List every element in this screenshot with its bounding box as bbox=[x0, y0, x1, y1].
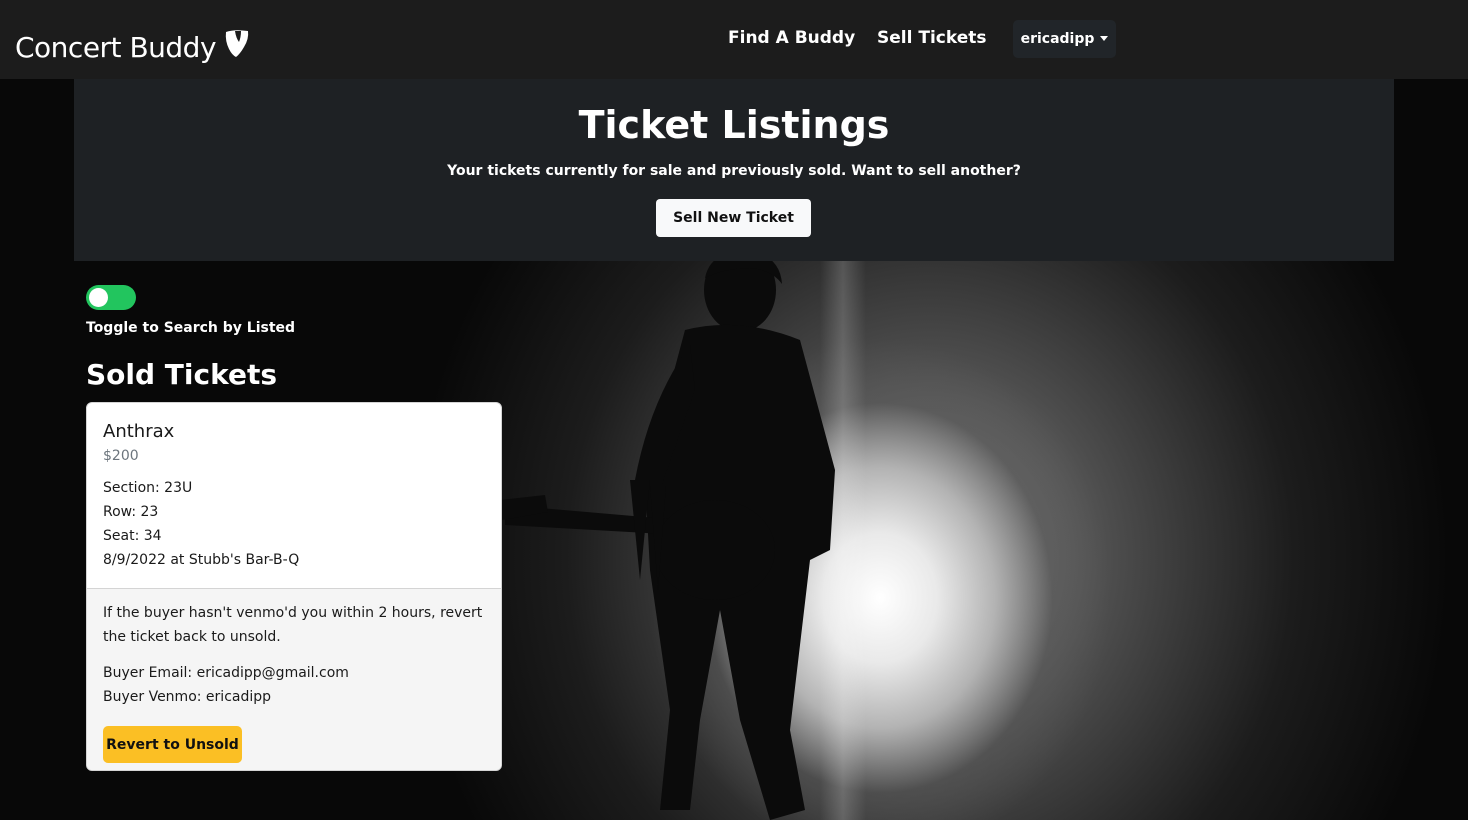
user-dropdown-button[interactable]: ericadipp bbox=[1013, 20, 1116, 58]
buyer-venmo: Buyer Venmo: ericadipp bbox=[103, 689, 272, 705]
brand[interactable]: Concert Buddy bbox=[15, 27, 250, 67]
buyer-email: Buyer Email: ericadipp@gmail.com bbox=[103, 665, 349, 681]
ticket-date-venue: 8/9/2022 at Stubb's Bar-B-Q bbox=[103, 552, 300, 568]
typo3-logo-icon bbox=[225, 30, 249, 57]
ticket-card-body: Anthrax $200 Section: 23U Row: 23 Seat: … bbox=[87, 403, 501, 588]
page-subtitle: Your tickets currently for sale and prev… bbox=[447, 163, 1021, 179]
toggle-knob bbox=[89, 288, 108, 307]
sell-new-ticket-button[interactable]: Sell New Ticket bbox=[656, 199, 811, 237]
nav-sell-tickets[interactable]: Sell Tickets bbox=[877, 28, 986, 52]
ticket-section: Section: 23U bbox=[103, 480, 193, 496]
search-listed-toggle[interactable] bbox=[86, 285, 136, 310]
ticket-card: Anthrax $200 Section: 23U Row: 23 Seat: … bbox=[86, 402, 502, 771]
navbar: Concert Buddy Find A Buddy Sell Tickets … bbox=[0, 0, 1468, 79]
brand-name[interactable]: Concert Buddy bbox=[15, 31, 217, 64]
ticket-price: $200 bbox=[103, 448, 139, 464]
venmo-note: If the buyer hasn't venmo'd you within 2… bbox=[103, 605, 483, 645]
revert-to-unsold-button[interactable]: Revert to Unsold bbox=[103, 726, 242, 763]
sold-tickets-heading: Sold Tickets bbox=[86, 358, 277, 391]
ticket-seat: Seat: 34 bbox=[103, 528, 162, 544]
ticket-card-footer: If the buyer hasn't venmo'd you within 2… bbox=[87, 588, 501, 770]
guitarist-silhouette bbox=[500, 250, 835, 820]
caret-down-icon bbox=[1100, 35, 1109, 41]
ticket-row: Row: 23 bbox=[103, 504, 159, 520]
nav-find-a-buddy[interactable]: Find A Buddy bbox=[728, 28, 855, 52]
toggle-label: Toggle to Search by Listed bbox=[86, 320, 296, 336]
page-title: Ticket Listings bbox=[578, 103, 890, 147]
user-name: ericadipp bbox=[1020, 31, 1095, 47]
ticket-listings-header: Ticket Listings Your tickets currently f… bbox=[74, 79, 1394, 261]
ticket-artist: Anthrax bbox=[103, 421, 175, 442]
page: Concert Buddy Find A Buddy Sell Tickets … bbox=[0, 0, 1468, 820]
